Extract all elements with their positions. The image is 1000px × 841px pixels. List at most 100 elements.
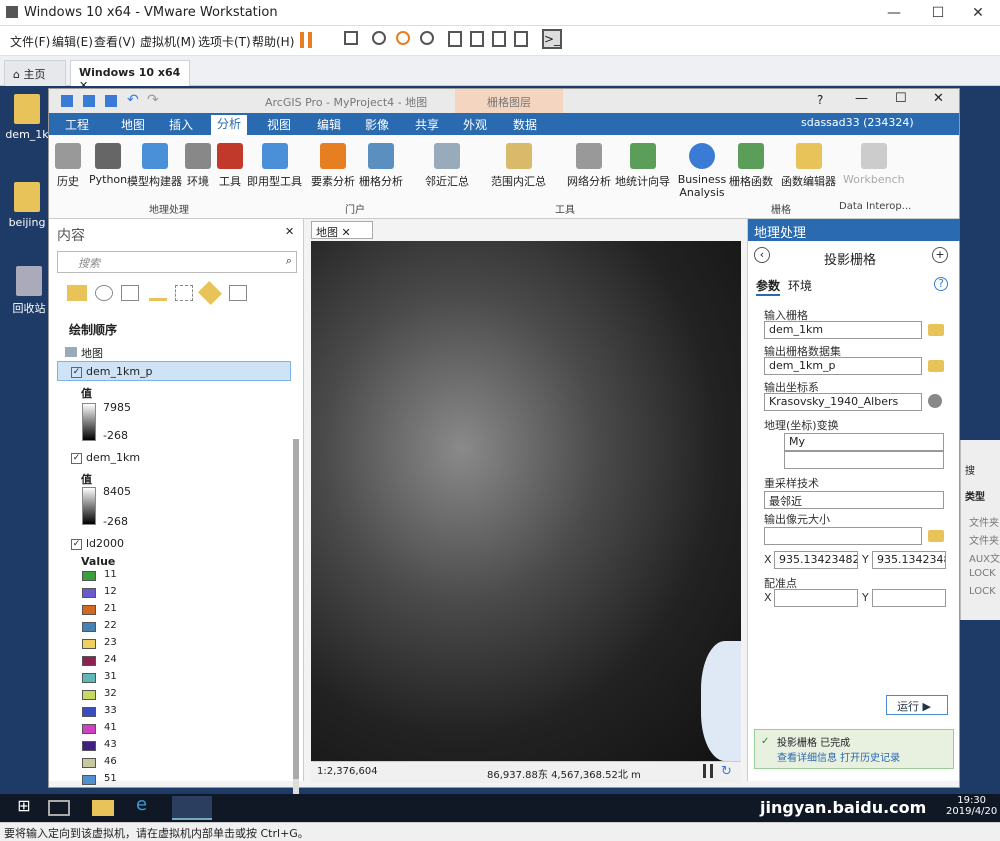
user-name[interactable]: sdassad33 (234324) — [801, 116, 914, 129]
completion-message[interactable]: ✓ 投影栅格 已完成 查看详细信息 打开历史记录 — [754, 729, 954, 769]
cell-size-field[interactable] — [764, 527, 922, 545]
tab-share[interactable]: 共享 — [415, 116, 439, 133]
open-icon[interactable] — [83, 95, 95, 107]
catalog-item[interactable]: 文件夹 — [969, 514, 999, 529]
run-button[interactable]: 运行 ▶ — [886, 695, 948, 715]
desktop-icon-beijing[interactable]: beijing — [2, 182, 52, 229]
unity-icon[interactable] — [514, 31, 528, 47]
output-raster-field[interactable]: dem_1km_p — [764, 357, 922, 375]
feature-analysis-button[interactable]: 要素分析 — [311, 143, 355, 189]
desktop-icon-dem[interactable]: dem_1k — [2, 94, 52, 141]
tab-parameters[interactable]: 参数 — [756, 277, 781, 296]
legend-swatch[interactable] — [82, 775, 96, 785]
cell-x-field[interactable]: 935.134234822 — [774, 551, 858, 569]
raster-functions-button[interactable]: 栅格函数 — [729, 143, 773, 189]
redo-icon[interactable]: ↷ — [147, 92, 159, 108]
catalog-item[interactable]: 文件夹 — [969, 532, 999, 547]
resampling-select[interactable]: 最邻近 — [764, 491, 944, 509]
menu-file[interactable]: 文件(F) — [10, 33, 50, 50]
scale-select[interactable]: 1:2,376,604 — [317, 766, 378, 777]
tab-map[interactable]: 地图 — [121, 116, 145, 133]
legend-swatch[interactable] — [82, 571, 96, 581]
catalog-search[interactable]: 搜 — [965, 462, 975, 477]
tab-imagery[interactable]: 影像 — [365, 116, 389, 133]
maximize-button[interactable]: ☐ — [918, 2, 958, 24]
legend-swatch[interactable] — [82, 639, 96, 649]
transformation-select[interactable]: My — [784, 433, 944, 451]
tab-windows10[interactable]: Windows 10 x64 ✕ — [70, 60, 190, 92]
arcgis-taskbar-icon[interactable] — [172, 796, 212, 820]
layer-visibility-checkbox[interactable]: ✓ — [71, 538, 82, 550]
raster-analysis-button[interactable]: 栅格分析 — [359, 143, 403, 189]
legend-swatch[interactable] — [82, 605, 96, 615]
snapshot-icon[interactable] — [372, 31, 386, 45]
function-editor-button[interactable]: 函数编辑器 — [781, 143, 836, 189]
tab-view[interactable]: 视图 — [267, 116, 291, 133]
pane-close-icon[interactable]: ✕ — [285, 225, 294, 238]
tab-analysis[interactable]: 分析 — [211, 115, 248, 135]
list-by-editing-icon[interactable] — [149, 285, 167, 301]
menu-tabs[interactable]: 选项卡(T) — [198, 33, 251, 50]
console-icon[interactable]: >_ — [542, 29, 562, 49]
add-favorite-icon[interactable]: + — [932, 247, 948, 263]
close-button[interactable]: ✕ — [958, 2, 998, 24]
browse-folder-icon[interactable] — [928, 530, 944, 542]
list-by-selection-icon[interactable] — [121, 285, 139, 301]
contents-search-input[interactable]: 搜索 ⌕ — [57, 251, 297, 273]
tab-edit[interactable]: 编辑 — [317, 116, 341, 133]
pause-drawing-icon[interactable] — [703, 764, 713, 778]
refresh-icon[interactable]: ↻ — [721, 764, 732, 779]
legend-swatch[interactable] — [82, 622, 96, 632]
details-link[interactable]: 查看详细信息 打开历史记录 — [777, 749, 949, 764]
input-raster-field[interactable]: dem_1km — [764, 321, 922, 339]
legend-swatch[interactable] — [82, 690, 96, 700]
minimize-button[interactable]: — — [874, 2, 914, 24]
reg-y-field[interactable] — [872, 589, 946, 607]
browse-folder-icon[interactable] — [928, 324, 944, 336]
legend-swatch[interactable] — [82, 656, 96, 666]
tab-appearance[interactable]: 外观 — [463, 116, 487, 133]
summarize-within-button[interactable]: 范围内汇总 — [491, 143, 546, 189]
layer-visibility-checkbox[interactable]: ✓ — [71, 452, 82, 464]
summarize-nearby-button[interactable]: 邻近汇总 — [425, 143, 469, 189]
layer-ld2000[interactable]: ✓ ld2000 — [71, 537, 124, 550]
catalog-item[interactable]: LOCK — [969, 586, 996, 597]
ready-tools-button[interactable]: 即用型工具 — [247, 143, 302, 189]
network-analysis-button[interactable]: 网络分析 — [567, 143, 611, 189]
scroll-thumb[interactable] — [293, 439, 299, 779]
file-explorer-icon[interactable] — [92, 800, 114, 816]
print-icon[interactable] — [105, 95, 117, 107]
arc-minimize-button[interactable]: — — [855, 91, 868, 106]
clock[interactable]: 19:30 2019/4/20 — [946, 795, 997, 817]
edge-icon[interactable]: e — [136, 794, 176, 818]
business-analysis-button[interactable]: Business Analysis — [677, 143, 727, 199]
layer-dem-1km-p[interactable]: ✓ dem_1km_p — [71, 365, 153, 378]
map-node[interactable]: 地图 — [65, 345, 103, 361]
browse-folder-icon[interactable] — [928, 360, 944, 372]
legend-swatch[interactable] — [82, 741, 96, 751]
reg-x-field[interactable] — [774, 589, 858, 607]
history-button[interactable]: 历史 — [55, 143, 81, 189]
undo-icon[interactable]: ↶ — [127, 92, 139, 108]
map-view[interactable] — [311, 241, 741, 761]
help-icon[interactable]: ? — [817, 93, 823, 107]
modelbuilder-button[interactable]: 模型构建器 — [127, 143, 182, 189]
tab-project[interactable]: 工程 — [65, 116, 89, 133]
cell-y-field[interactable]: 935.13423482 — [872, 551, 946, 569]
environments-button[interactable]: 环境 — [185, 143, 211, 189]
menu-edit[interactable]: 编辑(E) — [52, 33, 93, 50]
workbench-button[interactable]: Workbench — [843, 143, 905, 186]
legend-swatch[interactable] — [82, 724, 96, 734]
list-by-perspective-icon[interactable] — [229, 285, 247, 301]
revert-snapshot-icon[interactable] — [396, 31, 410, 45]
menu-vm[interactable]: 虚拟机(M) — [140, 33, 196, 50]
sidebar-icon[interactable] — [448, 31, 462, 47]
output-cs-field[interactable]: Krasovsky_1940_Albers — [764, 393, 922, 411]
map-view-tab[interactable]: 地图 ✕ — [311, 221, 373, 239]
list-by-labeling-icon[interactable] — [197, 280, 223, 306]
layer-visibility-checkbox[interactable]: ✓ — [71, 366, 82, 378]
catalog-item[interactable]: AUX文 — [969, 550, 1000, 565]
save-icon[interactable] — [61, 95, 73, 107]
list-by-snapping-icon[interactable] — [175, 285, 193, 301]
list-by-source-icon[interactable] — [95, 285, 113, 301]
